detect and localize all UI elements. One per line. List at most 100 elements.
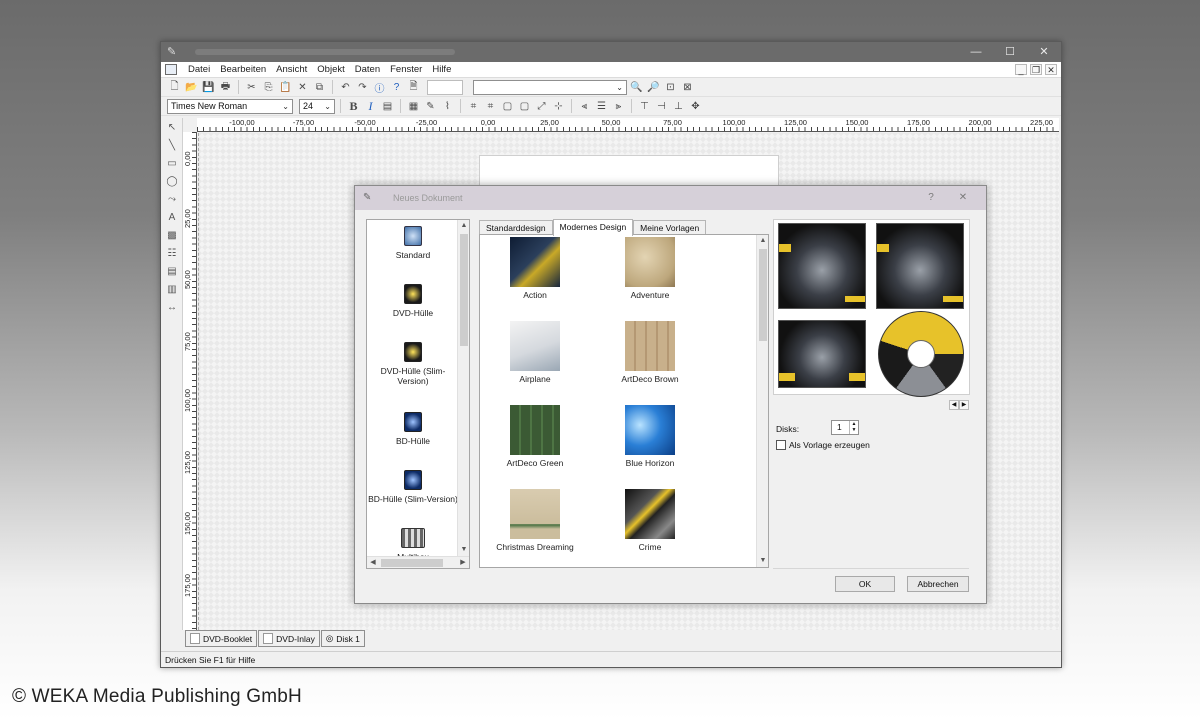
design-item-artdeco-brown[interactable]: ArtDeco Brown <box>595 321 705 384</box>
rectangle-tool-icon[interactable]: ▭ <box>161 154 183 172</box>
line-tool-icon[interactable]: ╲ <box>161 136 183 154</box>
align-center-icon[interactable]: ☰ <box>594 99 609 114</box>
dialog-close-button[interactable]: ✕ <box>952 190 974 206</box>
tab-meine-vorlagen[interactable]: Meine Vorlagen <box>633 220 707 235</box>
info-icon[interactable]: ⓘ <box>372 80 387 95</box>
help-icon[interactable]: ? <box>389 80 404 95</box>
new-file-icon[interactable]: 🗋 <box>167 80 182 95</box>
category-item-dvd-huelle[interactable]: DVD-Hülle <box>367 284 459 318</box>
paste-icon[interactable]: 📋 <box>278 80 293 95</box>
undo-icon[interactable]: ↶ <box>338 80 353 95</box>
stepper-buttons[interactable]: ▲ ▼ <box>849 421 858 434</box>
tab-standarddesign[interactable]: Standarddesign <box>479 220 553 235</box>
image-tool-icon[interactable]: ▩ <box>161 226 183 244</box>
crop-icon[interactable]: ⌗ <box>466 99 481 114</box>
zoom-page-icon[interactable]: ⊠ <box>680 80 695 95</box>
tab-disk-1[interactable]: ◎ Disk 1 <box>320 630 365 647</box>
mdi-minimize-button[interactable]: _ <box>1015 64 1027 75</box>
save-icon[interactable]: 💾 <box>201 80 216 95</box>
tab-dvd-booklet[interactable]: DVD-Booklet <box>185 630 258 647</box>
font-size-combo[interactable]: 24 ⌄ <box>299 98 335 114</box>
align-middle-icon[interactable]: ⊣ <box>654 99 669 114</box>
scroll-up-icon[interactable]: ▲ <box>757 235 768 247</box>
font-family-combo[interactable]: Times New Roman ⌄ <box>167 98 293 114</box>
zoom-in-icon[interactable]: 🔍 <box>629 80 644 95</box>
curve-tool-icon[interactable]: ⤳ <box>161 190 183 208</box>
menu-bearbeiten[interactable]: Bearbeiten <box>215 64 271 75</box>
tab-modernes-design[interactable]: Modernes Design <box>552 219 634 236</box>
text-tool-icon[interactable]: A <box>161 208 183 226</box>
menu-hilfe[interactable]: Hilfe <box>427 64 456 75</box>
scroll-right-icon[interactable]: ▶ <box>457 557 469 569</box>
scroll-thumb[interactable] <box>460 234 468 346</box>
minimize-button[interactable]: — <box>959 42 993 62</box>
duplicate-icon[interactable]: ⧉ <box>312 80 327 95</box>
design-item-action[interactable]: Action <box>480 237 590 300</box>
design-item-artdeco-green[interactable]: ArtDeco Green <box>480 405 590 468</box>
menu-daten[interactable]: Daten <box>350 64 385 75</box>
close-button[interactable]: ✕ <box>1027 42 1061 62</box>
open-folder-icon[interactable]: 📂 <box>184 80 199 95</box>
pen-icon[interactable]: ✎ <box>423 99 438 114</box>
category-item-standard[interactable]: Standard <box>367 226 459 260</box>
category-item-bd-huelle-slim[interactable]: BD-Hülle (Slim-Version) <box>367 470 459 504</box>
select-arrow-icon[interactable]: ↖ <box>161 118 183 136</box>
copy-icon[interactable]: ⎘ <box>261 80 276 95</box>
menu-datei[interactable]: Datei <box>183 64 215 75</box>
scroll-thumb[interactable] <box>381 559 443 567</box>
disks-stepper[interactable]: 1 ▲ ▼ <box>831 420 859 435</box>
scroll-left-icon[interactable]: ◀ <box>367 557 379 569</box>
list-tool-icon[interactable]: ☷ <box>161 244 183 262</box>
table-tool-icon[interactable]: ▤ <box>161 262 183 280</box>
category-item-dvd-huelle-slim[interactable]: DVD-Hülle (Slim-Version) <box>367 342 459 386</box>
tab-dvd-inlay[interactable]: DVD-Inlay <box>258 630 320 647</box>
align-top-icon[interactable]: ⊤ <box>637 99 652 114</box>
barcode-tool-icon[interactable]: ▥ <box>161 280 183 298</box>
text-frame-icon[interactable]: ▤ <box>380 99 395 114</box>
print-icon[interactable]: 🖶 <box>218 80 233 95</box>
italic-icon[interactable]: I <box>363 99 378 114</box>
mdi-restore-button[interactable]: ❐ <box>1030 64 1042 75</box>
design-item-christmas-dreaming[interactable]: Christmas Dreaming <box>480 489 590 552</box>
distribute-icon[interactable]: ✥ <box>688 99 703 114</box>
toolbar-empty-field[interactable] <box>427 79 463 95</box>
image-icon[interactable]: ▦ <box>406 99 421 114</box>
category-vertical-scrollbar[interactable]: ▲ ▼ <box>457 220 469 556</box>
scroll-down-icon[interactable]: ▼ <box>757 555 768 567</box>
menu-objekt[interactable]: Objekt <box>312 64 349 75</box>
align-right-icon[interactable]: ⫸ <box>611 99 626 114</box>
menu-ansicht[interactable]: Ansicht <box>271 64 312 75</box>
category-horizontal-scrollbar[interactable]: ◀ ▶ <box>367 556 469 568</box>
mdi-close-button[interactable]: ✕ <box>1045 64 1057 75</box>
align-bottom-icon[interactable]: ⊥ <box>671 99 686 114</box>
dimension-tool-icon[interactable]: ↔ <box>161 298 183 316</box>
page-icon[interactable]: 🗎 <box>406 80 421 95</box>
cancel-button[interactable]: Abbrechen <box>907 576 969 592</box>
ellipse-tool-icon[interactable]: ◯ <box>161 172 183 190</box>
center-icon[interactable]: ⊹ <box>551 99 566 114</box>
frame-icon[interactable]: ▢ <box>500 99 515 114</box>
crop-alt-icon[interactable]: ⌗ <box>483 99 498 114</box>
menu-fenster[interactable]: Fenster <box>385 64 427 75</box>
dialog-help-button[interactable]: ? <box>920 190 942 206</box>
ok-button[interactable]: OK <box>835 576 895 592</box>
maximize-button[interactable]: ☐ <box>993 42 1027 62</box>
design-item-adventure[interactable]: Adventure <box>595 237 705 300</box>
zoom-out-icon[interactable]: 🔎 <box>646 80 661 95</box>
scroll-up-icon[interactable]: ▲ <box>458 220 470 232</box>
frame-alt-icon[interactable]: ▢ <box>517 99 532 114</box>
preview-next-icon[interactable]: ▶ <box>959 400 969 410</box>
scroll-thumb[interactable] <box>759 249 767 341</box>
design-item-blue-horizon[interactable]: Blue Horizon <box>595 405 705 468</box>
scroll-down-icon[interactable]: ▼ <box>458 544 470 556</box>
redo-icon[interactable]: ↷ <box>355 80 370 95</box>
preview-prev-icon[interactable]: ◀ <box>949 400 959 410</box>
bold-icon[interactable]: B <box>346 99 361 114</box>
fit-page-icon[interactable]: ⊡ <box>663 80 678 95</box>
delete-icon[interactable]: ✕ <box>295 80 310 95</box>
design-item-crime[interactable]: Crime <box>595 489 705 552</box>
style-combo[interactable]: ⌄ <box>473 79 627 95</box>
brush-icon[interactable]: ⌇ <box>440 99 455 114</box>
gallery-vertical-scrollbar[interactable]: ▲ ▼ <box>756 235 768 567</box>
as-template-checkbox[interactable]: Als Vorlage erzeugen <box>776 440 870 450</box>
